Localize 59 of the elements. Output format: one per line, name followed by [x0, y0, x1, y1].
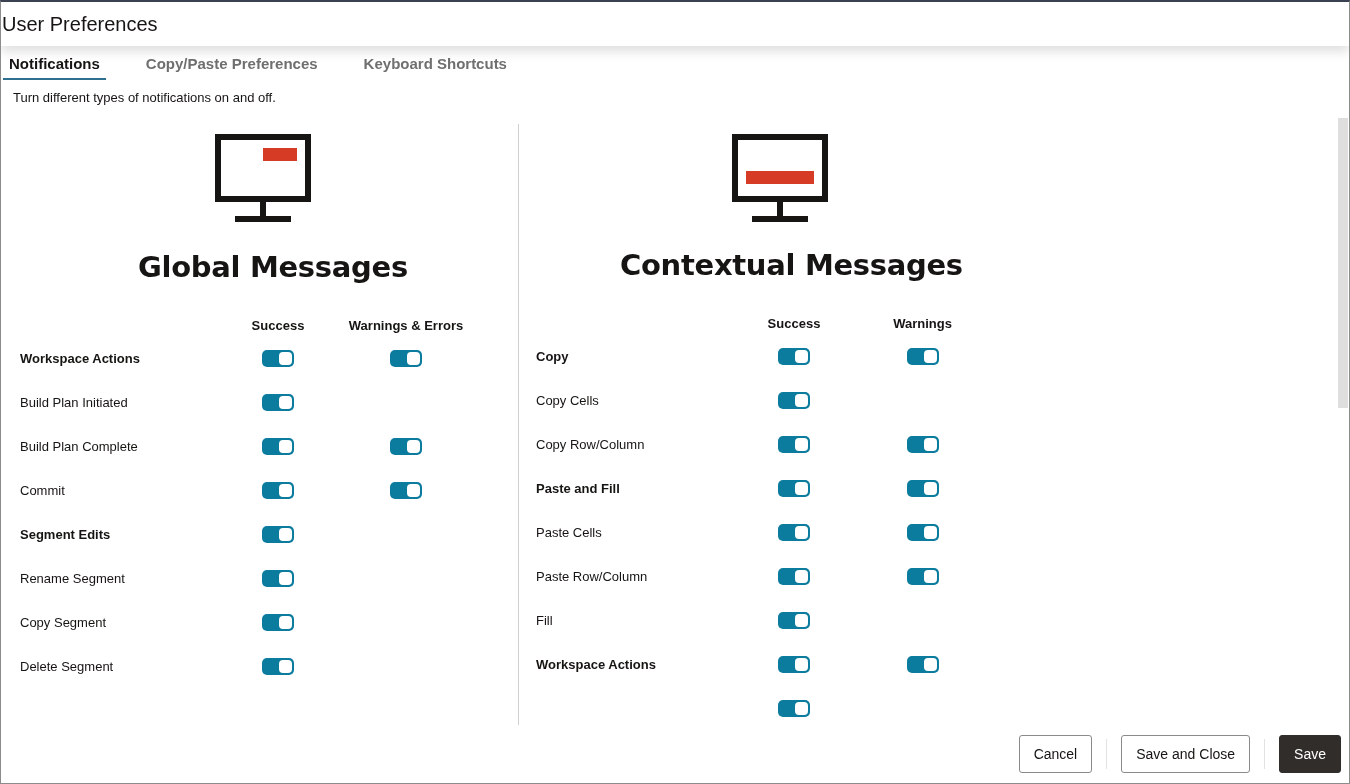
row-label: Rename Segment: [20, 570, 125, 586]
toggle-switch[interactable]: [778, 347, 810, 365]
row-label: Copy Segment: [20, 614, 106, 630]
toggle-switch[interactable]: [778, 391, 810, 409]
toggle-switch[interactable]: [262, 569, 294, 587]
toggle-switch[interactable]: [778, 611, 810, 629]
row-label: Paste Row/Column: [536, 568, 648, 584]
toggle-switch[interactable]: [262, 657, 294, 675]
toggle-switch[interactable]: [262, 613, 294, 631]
tab[interactable]: Notifications: [3, 52, 106, 80]
toggle-switch[interactable]: [778, 655, 810, 673]
row-label: Delete Segment: [20, 658, 114, 674]
row-label: Paste and Fill: [536, 480, 620, 496]
column-header: Success: [251, 318, 305, 335]
toggle-switch[interactable]: [262, 349, 294, 367]
row-label: Workspace Actions: [20, 350, 140, 366]
toggle-switch[interactable]: [262, 437, 294, 455]
section-heading: Contextual Messages: [619, 248, 964, 282]
toggle-switch[interactable]: [906, 655, 939, 673]
toggle-switch[interactable]: [390, 481, 422, 499]
row-label: Copy Row/Column: [536, 436, 645, 452]
toggle-switch[interactable]: [906, 347, 939, 365]
toggle-switch[interactable]: [778, 479, 810, 497]
column-header: Warnings: [893, 316, 952, 333]
description-text: Turn different types of notifications on and off.: [12, 89, 277, 107]
row-label: Workspace Actions: [536, 656, 656, 672]
toggle-switch[interactable]: [778, 567, 810, 585]
scrollbar[interactable]: [1338, 118, 1348, 408]
toggle-switch[interactable]: [906, 435, 939, 453]
tab[interactable]: Copy/Paste Preferences: [139, 52, 324, 80]
tab[interactable]: Keyboard Shortcuts: [357, 52, 513, 80]
toggle-switch[interactable]: [906, 479, 939, 497]
section-heading: Global Messages: [137, 250, 409, 284]
toggle-switch[interactable]: [906, 567, 939, 585]
toggle-switch[interactable]: [262, 481, 294, 499]
monitor-icon: [215, 134, 311, 222]
row-label: Fill: [536, 612, 553, 628]
toggle-switch[interactable]: [778, 699, 810, 717]
toggle-switch[interactable]: [390, 349, 422, 367]
toggle-switch[interactable]: [906, 523, 939, 541]
row-label: Commit: [20, 482, 65, 498]
row-label: Copy: [536, 348, 569, 364]
toggle-switch[interactable]: [390, 437, 422, 455]
row-label: Copy Cells: [536, 392, 599, 408]
action-button[interactable]: Save and Close: [1121, 735, 1251, 773]
row-label: Build Plan Complete: [20, 438, 138, 454]
save-button[interactable]: Save: [1279, 735, 1341, 773]
row-label: Segment Edits: [20, 526, 111, 542]
toggle-switch[interactable]: [778, 523, 810, 541]
column-header: Success: [767, 316, 821, 333]
column-header: Warnings & Errors: [348, 318, 464, 335]
monitor-icon: [732, 134, 828, 222]
action-button[interactable]: Cancel: [1018, 735, 1093, 773]
row-label: Paste Cells: [536, 524, 602, 540]
toggle-switch[interactable]: [262, 393, 294, 411]
toggle-switch[interactable]: [778, 435, 810, 453]
row-label: Build Plan Initiated: [20, 394, 128, 410]
toggle-switch[interactable]: [262, 525, 294, 543]
window-title: User Preferences: [2, 12, 158, 36]
